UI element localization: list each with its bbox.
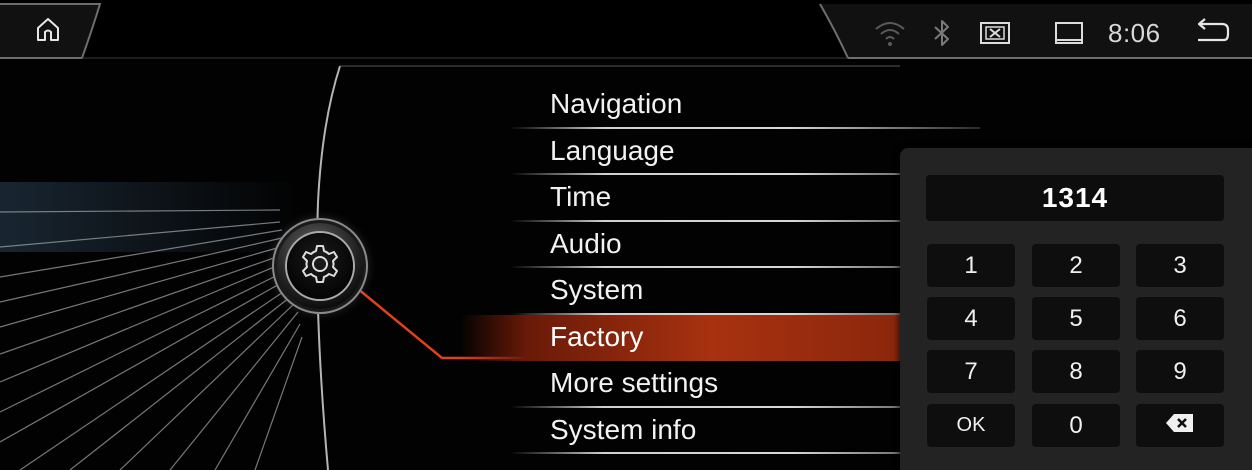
key-ok[interactable]: OK [927,404,1015,447]
menu-item-label: Navigation [550,88,683,119]
menu-item-label: Language [550,134,675,166]
keypad-display: 1314 [926,175,1224,221]
menu-item-navigation[interactable]: Navigation [460,82,1020,129]
key-0[interactable]: 0 [1032,404,1120,447]
key-5[interactable]: 5 [1032,297,1120,340]
key-2[interactable]: 2 [1032,244,1120,287]
key-9[interactable]: 9 [1136,350,1224,393]
wifi-icon [872,18,908,48]
key-4[interactable]: 4 [927,297,1015,340]
screen: 8:06 Navigation Language Time Audio Syst… [0,0,1252,470]
menu-item-label: More settings [550,367,719,398]
menu-item-label: Time [550,181,612,212]
home-icon [34,15,62,48]
menu-item-label: Audio [550,227,622,259]
back-button[interactable] [1192,17,1232,49]
gear-icon [298,242,342,291]
menu-item-label: System [550,274,644,305]
window-icon[interactable] [1050,18,1088,48]
key-1[interactable]: 1 [927,244,1015,287]
keypad-dialog: 1314 1 2 3 4 5 6 7 8 9 OK 0 [900,148,1252,470]
menu-item-label: System info [550,413,697,445]
home-button[interactable] [20,10,76,52]
key-6[interactable]: 6 [1136,297,1224,340]
key-backspace[interactable] [1136,404,1224,447]
bluetooth-icon [930,18,954,48]
close-box-icon[interactable] [976,18,1014,48]
key-3[interactable]: 3 [1136,244,1224,287]
key-7[interactable]: 7 [927,350,1015,393]
status-bar: 8:06 [0,0,1252,62]
menu-item-label: Factory [550,320,644,352]
back-icon [1194,17,1230,49]
clock: 8:06 [1108,18,1161,48]
backspace-icon [1165,412,1195,440]
settings-knob [272,218,368,314]
knob-inner [287,233,353,299]
key-8[interactable]: 8 [1032,350,1120,393]
